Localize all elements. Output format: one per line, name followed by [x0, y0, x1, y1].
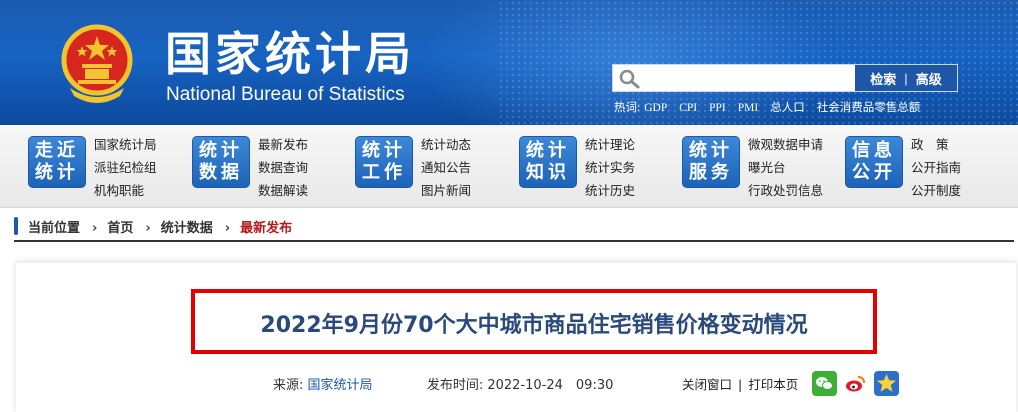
breadcrumb-arrow-icon: ›: [92, 221, 98, 236]
nav-link[interactable]: 机构职能: [94, 179, 157, 202]
breadcrumb-home[interactable]: 首页: [107, 221, 133, 236]
breadcrumb-data[interactable]: 统计数据: [161, 221, 213, 236]
nav-badge-line: 信息: [852, 140, 896, 161]
nav-links: 统计动态 通知公告 图片新闻: [421, 133, 471, 202]
hot-word-link[interactable]: GDP: [644, 102, 667, 114]
nav-link[interactable]: 统计实务: [585, 156, 635, 179]
breadcrumb-arrow-icon: ›: [224, 221, 231, 236]
national-emblem-icon: [61, 24, 133, 103]
nav-badge[interactable]: 统计 数据: [192, 136, 250, 188]
article-meta: 来源: 国家统计局 发布时间: 2022-10-24 09:30: [273, 374, 613, 393]
hot-words-label: 热词:: [614, 102, 641, 114]
nav-badge-line: 统计: [526, 140, 570, 161]
nav-link[interactable]: 图片新闻: [421, 179, 471, 202]
search-input[interactable]: [647, 67, 865, 89]
source-label: 来源:: [273, 378, 304, 393]
site-header: 国家统计局 National Bureau of Statistics 检索 |…: [0, 0, 1018, 125]
source-value: 国家统计局: [307, 378, 373, 393]
article-tools: 关闭窗口 | 打印本页: [682, 377, 799, 392]
favorite-star-icon[interactable]: [874, 371, 899, 396]
hot-word-link[interactable]: 社会消费品零售总额: [817, 102, 921, 114]
nav-badge-line: 统计: [199, 140, 243, 161]
hot-word-link[interactable]: PPI: [709, 102, 726, 114]
site-title-cn: 国家统计局: [165, 27, 415, 81]
nav-badge-line: 统计: [362, 140, 406, 161]
breadcrumb-arrow-icon: ›: [145, 221, 151, 236]
search-buttons: 检索 | 高级: [855, 65, 957, 91]
nav-link[interactable]: 微观数据申请: [748, 133, 823, 156]
article-title: 2022年9月份70个大中城市商品住宅销售价格变动情况: [260, 313, 808, 338]
nav-badge-line: 公开: [852, 162, 896, 183]
hot-words: 热词: GDP CPI PPI PMI 总人口 社会消费品零售总额: [614, 99, 932, 115]
nav-badge[interactable]: 走近 统计: [28, 136, 86, 188]
search-box: 检索 | 高级: [612, 64, 958, 92]
nav-badge-line: 知识: [526, 162, 570, 183]
nav-link[interactable]: 曝光台: [748, 156, 823, 179]
nav-badge-line: 统计: [689, 140, 733, 161]
hot-word-link[interactable]: CPI: [679, 102, 697, 114]
nav-badge[interactable]: 统计 服务: [682, 136, 740, 188]
search-button[interactable]: 检索: [862, 69, 904, 88]
nav-link[interactable]: 派驻纪检组: [94, 156, 157, 179]
wechat-icon[interactable]: [812, 371, 837, 396]
breadcrumb: 当前位置 › 首页 › 统计数据 › 最新发布: [14, 214, 1014, 242]
nav-badge-line: 走近: [35, 140, 79, 161]
site-title-en: National Bureau of Statistics: [166, 84, 405, 105]
close-window-button[interactable]: 关闭窗口: [682, 377, 732, 392]
published-value: 2022-10-24 09:30: [487, 378, 614, 393]
breadcrumb-items: 当前位置 › 首页 › 统计数据 › 最新发布: [28, 217, 296, 236]
nav-link[interactable]: 公开制度: [911, 179, 961, 202]
nav-link[interactable]: 统计理论: [585, 133, 635, 156]
nav-badge-line: 统计: [35, 162, 79, 183]
nav-badge[interactable]: 信息 公开: [845, 136, 903, 188]
nav-badge-line: 工作: [362, 162, 406, 183]
nav-badge[interactable]: 统计 工作: [355, 136, 413, 188]
nav-links: 国家统计局 派驻纪检组 机构职能: [94, 133, 157, 202]
nav-link[interactable]: 政 策: [911, 133, 961, 156]
hot-word-link[interactable]: PMI: [738, 102, 758, 114]
nav-link[interactable]: 行政处罚信息: [748, 179, 823, 202]
published-label: 发布时间:: [426, 378, 484, 393]
nav-links: 最新发布 数据查询 数据解读: [258, 133, 308, 202]
hot-word-link[interactable]: 总人口: [770, 102, 805, 114]
nav-link[interactable]: 通知公告: [421, 156, 471, 179]
nav-link[interactable]: 公开指南: [911, 156, 961, 179]
nav-link[interactable]: 统计动态: [421, 133, 471, 156]
search-separator: |: [904, 70, 908, 86]
breadcrumb-marker: [14, 217, 18, 235]
share-icons: [812, 371, 899, 396]
nav-links: 政 策 公开指南 公开制度: [911, 133, 961, 202]
print-page-button[interactable]: 打印本页: [748, 377, 798, 392]
search-icon: [619, 69, 640, 89]
nav-link[interactable]: 数据解读: [258, 179, 308, 202]
breadcrumb-current[interactable]: 最新发布: [240, 221, 292, 236]
nav-link[interactable]: 最新发布: [258, 133, 308, 156]
nav-link[interactable]: 国家统计局: [94, 133, 157, 156]
nav-links: 微观数据申请 曝光台 行政处罚信息: [748, 133, 823, 202]
nav-badge-line: 服务: [689, 162, 733, 183]
nav-badge[interactable]: 统计 知识: [519, 136, 577, 188]
main-nav: 走近 统计 国家统计局 派驻纪检组 机构职能 统计 数据 最新发布 数据查询 数据解…: [0, 125, 1018, 208]
headline-highlight-box: 2022年9月份70个大中城市商品住宅销售价格变动情况: [191, 289, 877, 354]
advanced-search-button[interactable]: 高级: [908, 69, 950, 88]
nav-link[interactable]: 统计历史: [585, 179, 635, 202]
breadcrumb-location-label: 当前位置: [28, 221, 81, 236]
nav-badge-line: 数据: [199, 162, 243, 183]
weibo-icon[interactable]: [843, 371, 868, 396]
nav-link[interactable]: 数据查询: [258, 156, 308, 179]
nav-links: 统计理论 统计实务 统计历史: [585, 133, 635, 202]
